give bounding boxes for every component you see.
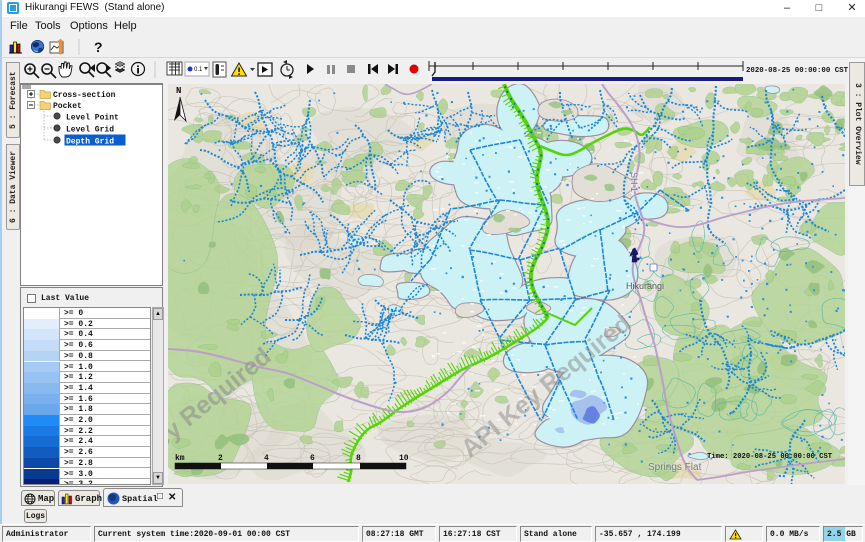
svg-text:Level Point: Level Point [66, 114, 119, 123]
svg-text:Pocket: Pocket [53, 102, 82, 111]
svg-text:Cross-section: Cross-section [53, 91, 116, 100]
svg-text:km: km [175, 454, 185, 463]
svg-text:10: 10 [399, 454, 409, 463]
svg-text:8: 8 [356, 454, 361, 463]
svg-text:4: 4 [264, 454, 269, 463]
svg-text:6: 6 [310, 454, 315, 463]
svg-text:2: 2 [218, 454, 223, 463]
svg-text:?: ? [94, 39, 103, 55]
svg-text:Depth Grid: Depth Grid [66, 138, 114, 147]
svg-text:0.1: 0.1 [194, 67, 203, 73]
svg-text:Level Grid: Level Grid [66, 126, 114, 135]
